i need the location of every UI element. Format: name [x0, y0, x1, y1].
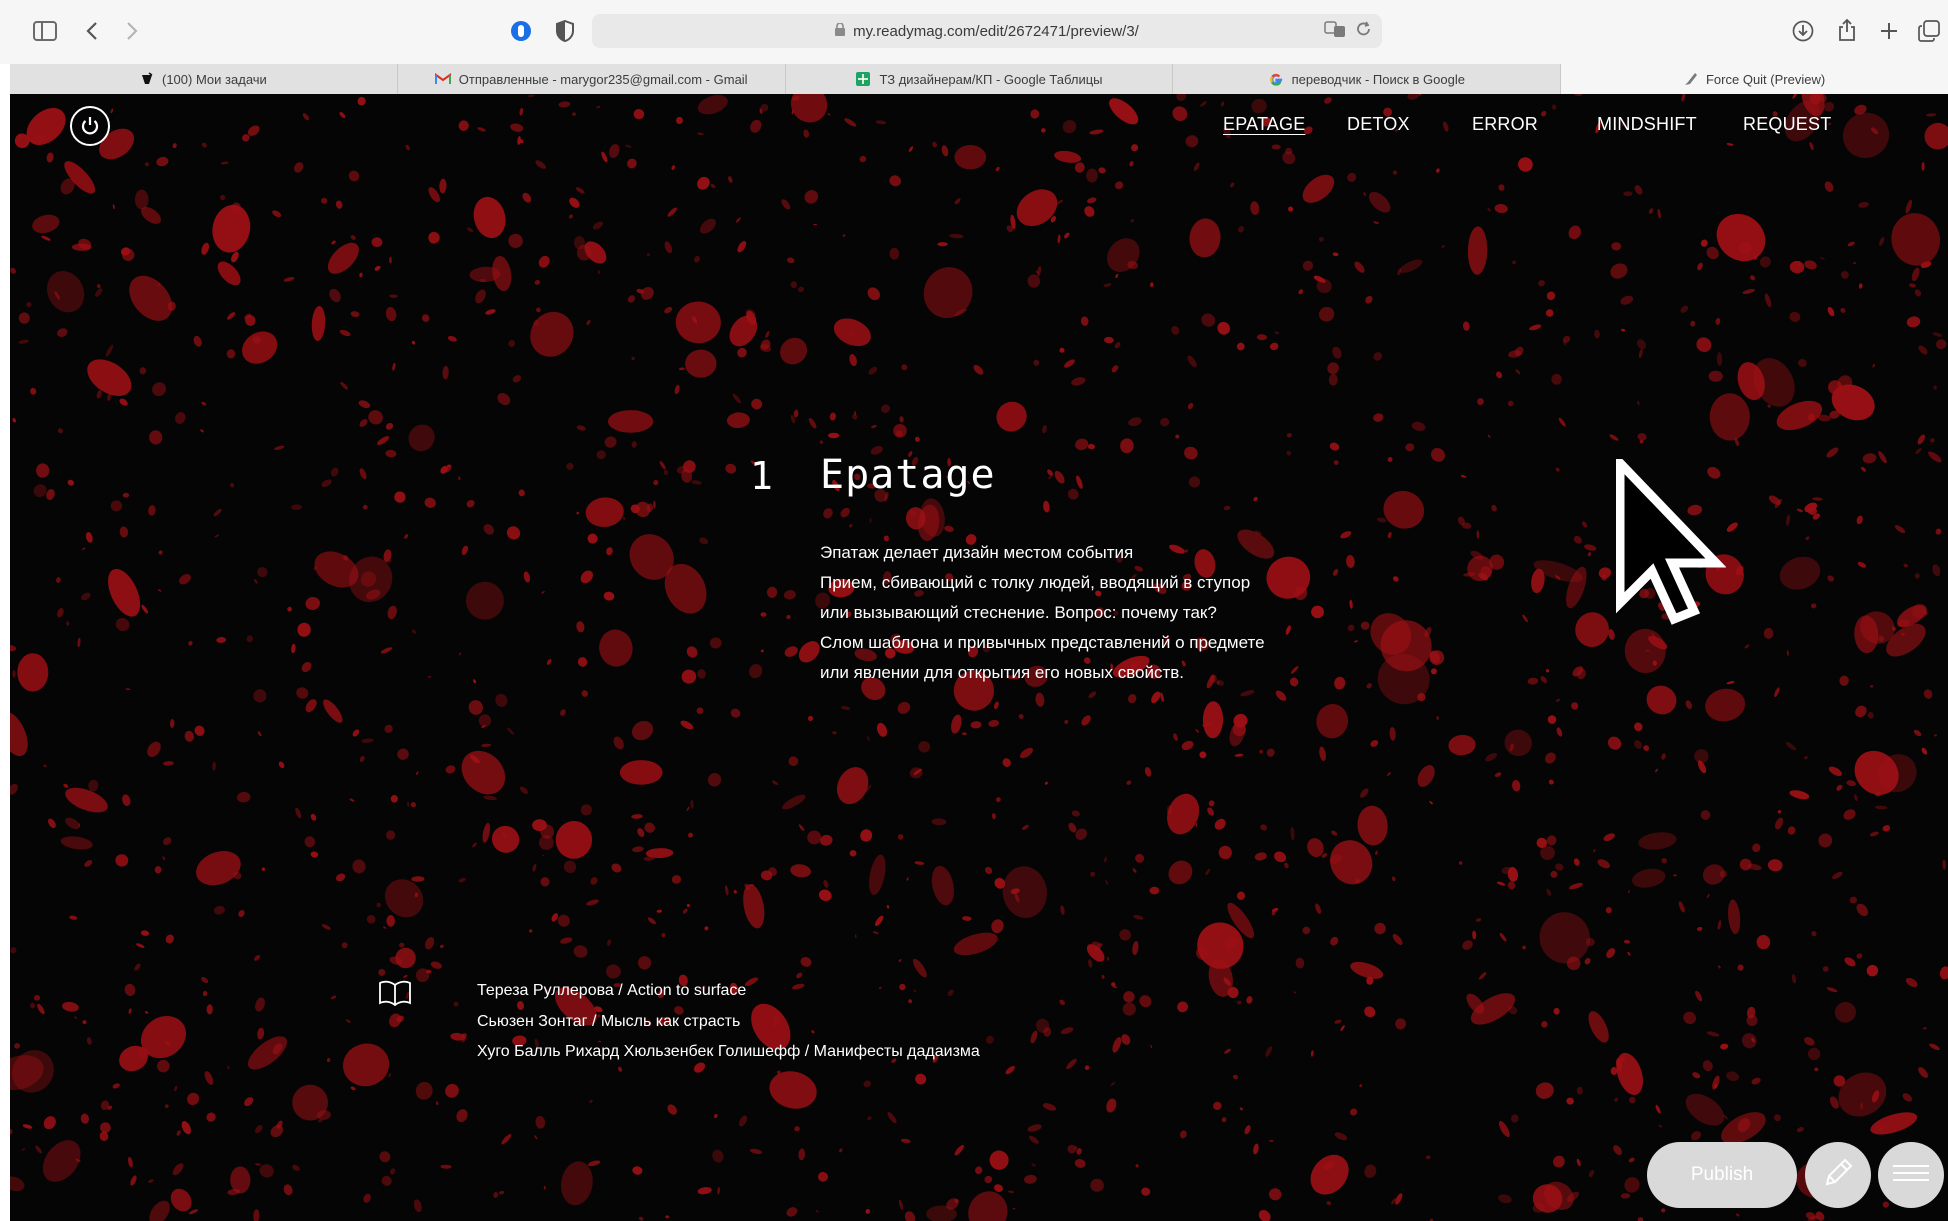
book-icon: [378, 980, 412, 1011]
reading-list: Тереза Руллерова / Action to surface Сью…: [477, 976, 980, 1068]
pencil-icon: [1821, 1156, 1855, 1195]
readymag-preview-page: EPATAGE DETOX ERROR MINDSHIFT REQUEST 1 …: [10, 94, 1948, 1221]
reference-item: Тереза Руллерова / Action to surface: [477, 982, 747, 999]
password-manager-icon[interactable]: [508, 18, 534, 44]
back-icon[interactable]: [82, 18, 102, 44]
downloads-icon[interactable]: [1790, 18, 1816, 44]
lock-icon: [835, 21, 846, 40]
preview-icon: [1684, 72, 1698, 86]
menu-button[interactable]: [1878, 1142, 1944, 1208]
google-icon: [1269, 72, 1284, 87]
hamburger-icon: [1892, 1162, 1930, 1189]
tab-label: Отправленные - marygor235@gmail.com - Gm…: [458, 71, 748, 87]
tab-label: (100) Мои задачи: [162, 71, 267, 87]
description-line: Слом шаблона и привычных представлений о…: [820, 633, 1265, 652]
pixel-cursor-icon: [1615, 451, 1727, 632]
shield-icon[interactable]: [552, 18, 578, 44]
tab-overview-icon[interactable]: [1916, 18, 1942, 44]
edit-button[interactable]: [1805, 1142, 1871, 1208]
nav-error[interactable]: ERROR: [1472, 114, 1538, 135]
tab-preview[interactable]: Force Quit (Preview): [1561, 64, 1948, 94]
new-tab-icon[interactable]: [1876, 18, 1902, 44]
forward-icon[interactable]: [122, 18, 142, 44]
tab-label: Force Quit (Preview): [1705, 71, 1826, 87]
section-title: Epatage: [820, 452, 996, 498]
tab-label: переводчик - Поиск в Google: [1291, 71, 1465, 87]
top-navigation: EPATAGE DETOX ERROR MINDSHIFT REQUEST: [10, 114, 1948, 142]
address-bar[interactable]: my.readymag.com/edit/2672471/preview/3/: [592, 14, 1382, 48]
description-line: или явлении для открытия его новых свойс…: [820, 663, 1185, 682]
nav-epatage[interactable]: EPATAGE: [1223, 114, 1305, 135]
description-line: Эпатаж делает дизайн местом события: [820, 543, 1134, 562]
tab-google-search[interactable]: переводчик - Поиск в Google: [1173, 64, 1562, 94]
reference-item: Сьюзен Зонтаг / Мысль как страсть: [477, 1012, 741, 1030]
description-line: или вызывающий стеснение. Вопрос: почему…: [820, 603, 1217, 622]
nav-request[interactable]: REQUEST: [1743, 114, 1831, 135]
tab-asana[interactable]: (100) Мои задачи: [10, 64, 398, 94]
translate-icon[interactable]: [1324, 20, 1346, 42]
share-icon[interactable]: [1834, 16, 1860, 44]
description-line: Прием, сбивающий с толку людей, вводящий…: [820, 573, 1251, 592]
tab-label: ТЗ дизайнерам/КП - Google Таблицы: [879, 71, 1103, 87]
publish-button[interactable]: Publish: [1647, 1142, 1797, 1208]
tab-google-sheets[interactable]: ТЗ дизайнерам/КП - Google Таблицы: [786, 64, 1174, 94]
section-description: Эпатаж делает дизайн местом события Прие…: [820, 538, 1380, 688]
url-text: my.readymag.com/edit/2672471/preview/3/: [853, 22, 1139, 40]
gmail-icon: [434, 73, 451, 85]
reload-icon[interactable]: [1356, 20, 1372, 42]
google-sheets-icon: [855, 71, 871, 87]
sidebar-toggle-icon[interactable]: [32, 18, 58, 44]
tab-bar: (100) Мои задачи Отправленные - marygor2…: [10, 64, 1948, 94]
nav-mindshift[interactable]: MINDSHIFT: [1597, 114, 1697, 135]
reference-item: Хуго Балль Рихард Хюльзенбек Голишефф / …: [477, 1043, 980, 1060]
browser-toolbar: my.readymag.com/edit/2672471/preview/3/: [0, 0, 1948, 64]
tab-gmail[interactable]: Отправленные - marygor235@gmail.com - Gm…: [398, 64, 786, 94]
asana-icon: [140, 72, 154, 86]
nav-detox[interactable]: DETOX: [1347, 114, 1410, 135]
section-number: 1: [750, 454, 773, 498]
